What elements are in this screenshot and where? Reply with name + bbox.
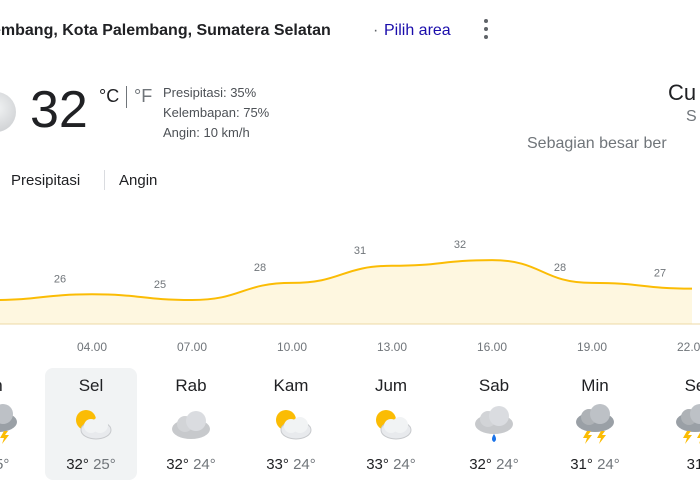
chart-x-tick: 10.00 xyxy=(277,340,307,354)
menu-dot xyxy=(484,19,488,23)
day-low: 24° xyxy=(188,456,216,473)
chart-value-label: 28 xyxy=(254,262,266,274)
day-5[interactable]: Sab 32° 24° xyxy=(448,368,540,480)
day-1[interactable]: Sel 32° 25° xyxy=(45,368,137,480)
celsius-toggle[interactable]: °C xyxy=(99,86,119,107)
rain-icon xyxy=(472,404,516,444)
tab-divider xyxy=(104,170,105,190)
day-temps: 31° 24° xyxy=(549,456,641,473)
day-name: Se xyxy=(684,376,700,395)
day-low: 25° xyxy=(88,456,116,473)
day-0[interactable]: n 25° xyxy=(0,368,44,480)
day-low: 24° xyxy=(388,456,416,473)
menu-dot xyxy=(484,35,488,39)
partly-cloudy-icon xyxy=(0,92,16,132)
day-name: Sel xyxy=(78,376,104,395)
partly-cloudy-icon xyxy=(369,404,413,444)
chart-x-tick: 16.00 xyxy=(477,340,507,354)
fahrenheit-toggle[interactable]: °F xyxy=(134,86,152,107)
chart-area xyxy=(0,260,692,324)
weather-time: S xyxy=(686,108,697,125)
partly-cloudy-icon xyxy=(69,404,113,444)
day-temps: 31 xyxy=(649,456,700,473)
day-high: 31 xyxy=(686,456,700,473)
menu-dot xyxy=(484,27,488,31)
day-low: 24° xyxy=(288,456,316,473)
day-6[interactable]: Min 31° 24° xyxy=(549,368,641,480)
chart-value-label: 28 xyxy=(554,262,566,274)
current-temperature: 32 xyxy=(30,81,88,139)
chart-x-tick: 22.00 xyxy=(677,340,700,354)
day-temps: 32° 24° xyxy=(145,456,237,473)
chart-x-tick: 13.00 xyxy=(377,340,407,354)
day-name: n xyxy=(0,376,44,396)
more-vert-icon[interactable] xyxy=(476,16,496,42)
day-low: 25° xyxy=(0,456,10,473)
day-2[interactable]: Rab 32° 24° xyxy=(145,368,237,480)
chart-x-tick: 19.00 xyxy=(577,340,607,354)
tab-wind[interactable]: Angin xyxy=(119,172,157,189)
day-high: 33° xyxy=(266,456,289,473)
weather-condition: Sebagian besar ber xyxy=(527,135,667,152)
day-low: 24° xyxy=(592,456,620,473)
chart-value-label: 31 xyxy=(354,245,366,257)
chart-value-label: 26 xyxy=(54,273,66,285)
thunderstorm-icon xyxy=(673,404,700,444)
thunderstorm-icon xyxy=(573,404,617,444)
day-name: Jum xyxy=(374,376,408,395)
tab-precipitation[interactable]: Presipitasi xyxy=(11,172,80,189)
chart-value-label: 32 xyxy=(454,239,466,251)
day-low: 24° xyxy=(491,456,519,473)
thunderstorm-icon xyxy=(0,404,20,444)
weather-title: Cu xyxy=(668,80,697,105)
day-high: 32° xyxy=(166,456,189,473)
cloudy-icon xyxy=(169,404,213,444)
precipitation-stat: Presipitasi: 35% xyxy=(163,85,257,100)
partly-cloudy-icon xyxy=(269,404,313,444)
location-separator: · xyxy=(373,22,379,39)
location-title: embang, Kota Palembang, Sumatera Selatan xyxy=(0,22,331,39)
day-3[interactable]: Kam 33° 24° xyxy=(245,368,337,480)
day-high: 33° xyxy=(366,456,389,473)
day-temps: 25° xyxy=(0,456,44,473)
pick-area-link[interactable]: Pilih area xyxy=(384,22,451,40)
day-4[interactable]: Jum 33° 24° xyxy=(345,368,437,480)
day-temps: 33° 24° xyxy=(245,456,337,473)
wind-stat: Angin: 10 km/h xyxy=(163,125,250,140)
day-temps: 32° 25° xyxy=(45,456,137,473)
day-temps: 32° 24° xyxy=(448,456,540,473)
day-name: Kam xyxy=(273,376,309,395)
day-name: Rab xyxy=(175,376,207,395)
chart-value-label: 27 xyxy=(654,268,666,280)
chart-value-label: 25 xyxy=(154,279,166,291)
unit-divider xyxy=(126,86,127,108)
temperature-chart: 262528313228270004.0007.0010.0013.0016.0… xyxy=(0,239,700,354)
chart-x-tick: 07.00 xyxy=(177,340,207,354)
day-name: Sab xyxy=(478,376,510,395)
humidity-stat: Kelembapan: 75% xyxy=(163,105,270,120)
chart-x-tick: 04.00 xyxy=(77,340,107,354)
day-high: 32° xyxy=(469,456,492,473)
day-name: Min xyxy=(581,376,609,395)
day-temps: 33° 24° xyxy=(345,456,437,473)
day-high: 31° xyxy=(570,456,593,473)
day-7[interactable]: Se 31 xyxy=(649,368,700,480)
day-high: 32° xyxy=(66,456,89,473)
